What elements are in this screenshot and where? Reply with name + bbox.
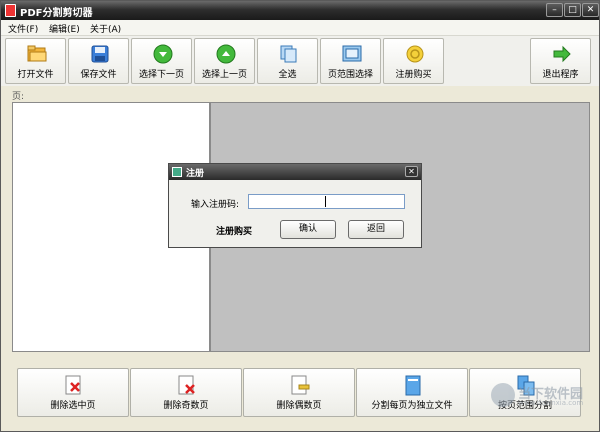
register-buy-link[interactable]: 注册购买 [216, 224, 252, 237]
menu-about[interactable]: 关于(A) [90, 22, 121, 35]
menu-bar: 文件(F) 编辑(E) 关于(A) [1, 20, 599, 36]
split-each-page-button[interactable]: 分割每页为独立文件 [356, 368, 468, 417]
confirm-button[interactable]: 确认 [280, 220, 336, 239]
select-all-pages-icon [280, 45, 297, 63]
bottom-button-label: 删除偶数页 [276, 401, 322, 411]
title-bar: PDF分割剪切器 – □ ✕ [1, 1, 599, 20]
toolbar-label: 选择下一页 [138, 70, 184, 80]
exit-arrow-icon [553, 45, 571, 63]
save-disk-icon [91, 45, 109, 63]
toolbar-label: 页范围选择 [327, 70, 373, 80]
page-range-button[interactable]: 页范围选择 [320, 38, 381, 84]
delete-selected-page-button[interactable]: 删除选中页 [17, 368, 129, 417]
delete-selected-page-icon [65, 375, 81, 395]
bottom-button-label: 删除选中页 [50, 401, 96, 411]
dialog-title-bar: 注册 ✕ [169, 164, 421, 180]
register-buy-button[interactable]: 注册购买 [383, 38, 444, 84]
bottom-button-label: 分割每页为独立文件 [371, 401, 453, 411]
exit-program-button[interactable]: 退出程序 [530, 38, 591, 84]
text-caret [325, 196, 326, 207]
toolbar: 打开文件 保存文件 选择下一页 选择上一页 全选 页范围选择 注册购买 退出程序 [1, 36, 599, 86]
toolbar-label: 全选 [278, 70, 297, 80]
delete-odd-pages-icon [178, 375, 195, 395]
app-window: PDF分割剪切器 – □ ✕ 文件(F) 编辑(E) 关于(A) 打开文件 保存… [0, 0, 600, 432]
register-coin-icon [406, 45, 424, 63]
save-file-button[interactable]: 保存文件 [68, 38, 129, 84]
toolbar-label: 选择上一页 [201, 70, 247, 80]
page-label: 页: [12, 92, 25, 102]
open-file-button[interactable]: 打开文件 [5, 38, 66, 84]
delete-even-pages-icon [291, 375, 310, 395]
register-code-label: 输入注册码: [191, 200, 240, 210]
bottom-button-label: 删除奇数页 [163, 401, 209, 411]
arrow-up-circle-icon [216, 44, 236, 64]
toolbar-label: 打开文件 [17, 70, 54, 80]
toolbar-label: 注册购买 [395, 70, 432, 80]
menu-edit[interactable]: 编辑(E) [49, 22, 80, 35]
minimize-button[interactable]: – [546, 3, 563, 17]
toolbar-label: 保存文件 [80, 70, 117, 80]
register-dialog: 注册 ✕ 输入注册码: 注册购买 确认 返回 [168, 163, 422, 248]
dialog-title: 注册 [186, 169, 205, 179]
folder-open-icon [27, 45, 47, 62]
watermark-url: www.downxia.com [518, 399, 584, 407]
dialog-close-button[interactable]: ✕ [405, 166, 418, 177]
watermark-logo [491, 383, 515, 407]
register-code-input[interactable] [248, 194, 405, 209]
back-button[interactable]: 返回 [348, 220, 404, 239]
page-range-icon [342, 45, 362, 62]
toolbar-label: 退出程序 [542, 70, 579, 80]
prev-page-button[interactable]: 选择上一页 [194, 38, 255, 84]
close-button[interactable]: ✕ [582, 3, 599, 17]
maximize-button[interactable]: □ [564, 3, 581, 17]
window-title: PDF分割剪切器 [20, 8, 93, 19]
pdf-app-icon [5, 4, 16, 17]
watermark: 当下软件园 www.downxia.com [491, 381, 587, 411]
delete-even-pages-button[interactable]: 删除偶数页 [243, 368, 355, 417]
delete-odd-pages-button[interactable]: 删除奇数页 [130, 368, 242, 417]
next-page-button[interactable]: 选择下一页 [131, 38, 192, 84]
arrow-down-circle-icon [153, 44, 173, 64]
menu-file[interactable]: 文件(F) [8, 22, 38, 35]
user-icon [172, 167, 182, 177]
select-all-button[interactable]: 全选 [257, 38, 318, 84]
split-each-page-icon [405, 375, 421, 396]
